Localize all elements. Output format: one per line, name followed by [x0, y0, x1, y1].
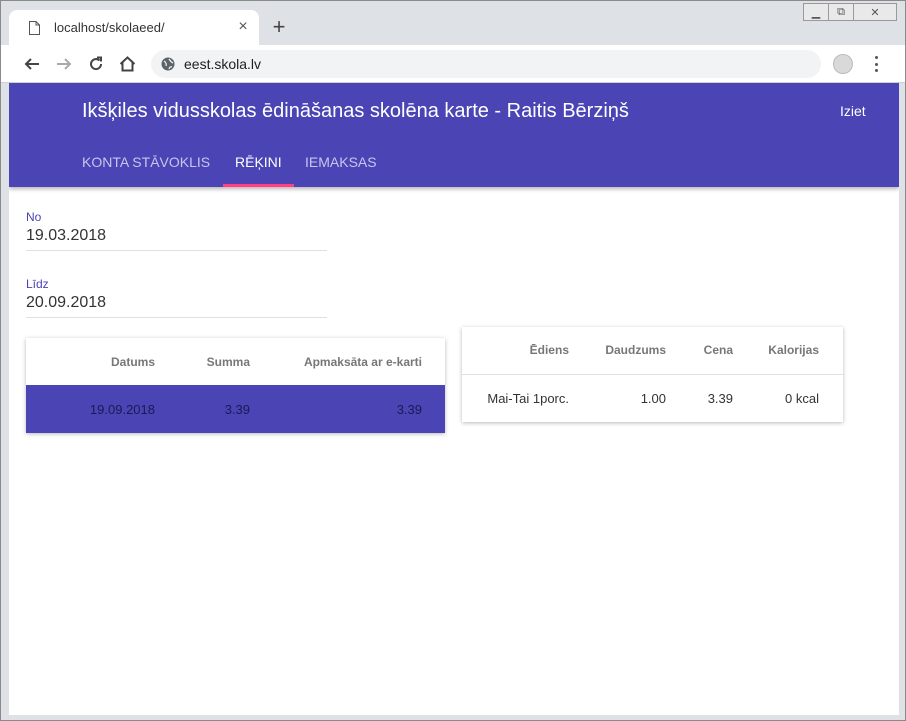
meal-quantity: 1.00 [581, 373, 678, 422]
table-row[interactable]: 19.09.2018 3.39 3.39 [26, 385, 445, 433]
meal-name: Mai-Tai 1porc. [462, 373, 581, 422]
meal-calories: 0 kcal [745, 373, 843, 422]
logout-button[interactable]: Iziet [840, 103, 866, 119]
from-date-field[interactable]: No 19.03.2018 [26, 210, 327, 251]
meal-items-table: Ēdiens Daudzums Cena Kalorijas Mai-Tai 1… [462, 327, 843, 422]
tab-title: localhost/skolaeed/ [54, 20, 165, 35]
restore-icon: ⧉ [837, 5, 845, 18]
invoice-date: 19.09.2018 [89, 401, 155, 417]
tab-strip: localhost/skolaeed/ × + ▁ ⧉ ✕ [1, 1, 905, 45]
active-tab-indicator [223, 184, 294, 187]
browser-tab[interactable]: localhost/skolaeed/ × [9, 10, 259, 45]
column-header-ecard-paid[interactable]: Apmaksāta ar e-karti [262, 338, 445, 385]
page-title: Ikšķiles vidusskolas ēdināšanas skolēna … [82, 100, 629, 122]
window-controls: ▁ ⧉ ✕ [803, 3, 897, 21]
reload-icon[interactable] [85, 53, 107, 75]
app-header: Ikšķiles vidusskolas ēdināšanas skolēna … [9, 83, 899, 187]
column-header-calories[interactable]: Kalorijas [745, 327, 843, 374]
home-icon[interactable] [116, 53, 138, 75]
to-date-label: Līdz [26, 277, 49, 291]
close-window-button[interactable]: ✕ [853, 3, 897, 21]
invoices-header-row: Datums Summa Apmaksāta ar e-karti [26, 338, 445, 385]
invoices-table: Datums Summa Apmaksāta ar e-karti 19.09.… [26, 338, 445, 433]
from-date-input[interactable]: 19.03.2018 [26, 227, 327, 245]
tab-account-status[interactable]: KONTA STĀVOKLIS [82, 154, 210, 170]
new-tab-icon[interactable]: + [269, 16, 289, 38]
profile-avatar-icon[interactable] [833, 54, 853, 74]
column-header-sum[interactable]: Summa [167, 338, 262, 385]
url-text: eest.skola.lv [184, 56, 262, 72]
globe-icon [161, 57, 175, 71]
minimize-button[interactable]: ▁ [803, 3, 829, 21]
to-date-input[interactable]: 20.09.2018 [26, 294, 327, 312]
meal-price: 3.39 [678, 373, 745, 422]
invoice-ecard-paid: 3.39 [396, 401, 422, 417]
from-date-underline [26, 250, 327, 251]
items-header-row: Ēdiens Daudzums Cena Kalorijas [462, 327, 843, 374]
page-viewport: Ikšķiles vidusskolas ēdināšanas skolēna … [9, 83, 899, 715]
minimize-icon: ▁ [811, 6, 821, 19]
maximize-button[interactable]: ⧉ [828, 3, 854, 21]
close-tab-icon[interactable]: × [235, 19, 251, 35]
page-icon [29, 21, 40, 35]
invoice-sum: 3.39 [224, 401, 250, 417]
forward-icon[interactable] [53, 53, 75, 75]
column-header-meal[interactable]: Ēdiens [462, 327, 581, 374]
browser-toolbar: eest.skola.lv [1, 45, 905, 83]
from-date-label: No [26, 210, 42, 224]
to-date-field[interactable]: Līdz 20.09.2018 [26, 277, 327, 318]
menu-dots-icon[interactable] [867, 54, 885, 74]
column-header-quantity[interactable]: Daudzums [581, 327, 678, 374]
column-header-date[interactable]: Datums [26, 338, 167, 385]
tab-invoices[interactable]: RĒĶINI [235, 154, 282, 170]
to-date-underline [26, 317, 327, 318]
close-icon: ✕ [870, 6, 880, 19]
address-bar[interactable]: eest.skola.lv [151, 50, 821, 78]
back-icon[interactable] [21, 53, 43, 75]
column-header-price[interactable]: Cena [678, 327, 745, 374]
tab-payments[interactable]: IEMAKSAS [305, 154, 377, 170]
table-row[interactable]: Mai-Tai 1porc. 1.00 3.39 0 kcal [462, 373, 843, 422]
browser-window: localhost/skolaeed/ × + ▁ ⧉ ✕ eest.skola… [0, 0, 906, 721]
